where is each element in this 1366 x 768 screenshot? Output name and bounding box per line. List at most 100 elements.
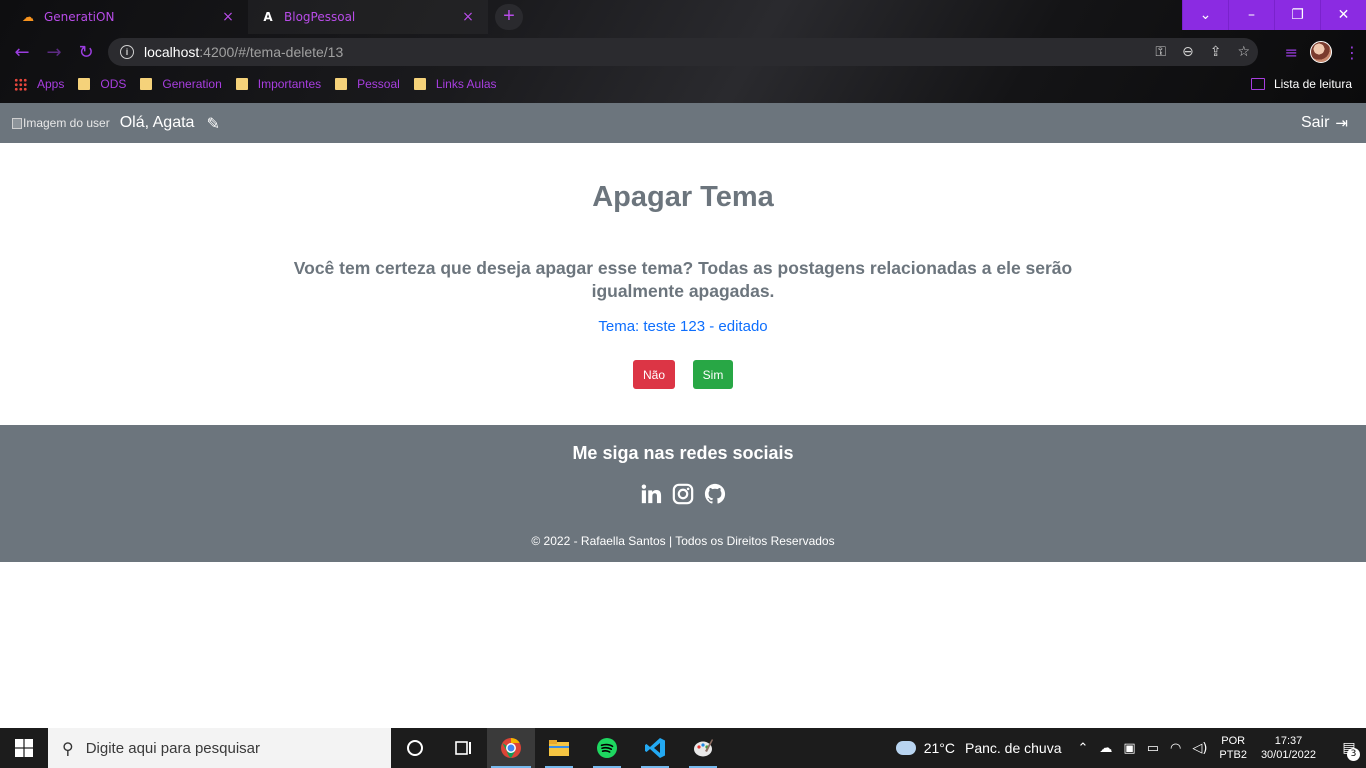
- notifications-button[interactable]: ▤ 3: [1332, 728, 1366, 768]
- media-control-icon[interactable]: ≡: [1285, 43, 1298, 62]
- clock[interactable]: 17:37 30/01/2022: [1261, 734, 1316, 762]
- browser-chrome: ☁ GeneratiON × A BlogPessoal × + ⌄ – ❐ ✕…: [0, 0, 1366, 103]
- cortana-icon[interactable]: [391, 728, 439, 768]
- minimize-button[interactable]: –: [1228, 0, 1274, 30]
- spotify-icon[interactable]: [583, 728, 631, 768]
- instagram-icon[interactable]: [672, 483, 694, 505]
- tab-strip: ☁ GeneratiON × A BlogPessoal × + ⌄ – ❐ ✕: [0, 0, 1366, 34]
- meet-now-icon[interactable]: ▣: [1123, 741, 1135, 756]
- logout-button[interactable]: Sair ⇥: [1301, 103, 1348, 143]
- bookmark-generation[interactable]: Generation: [140, 77, 222, 91]
- windows-taskbar: ⚲ Digite aqui para pesquisar 21°C Panc. …: [0, 728, 1366, 768]
- github-icon[interactable]: [704, 483, 726, 505]
- clock-time: 17:37: [1274, 735, 1303, 747]
- reload-icon[interactable]: ↻: [70, 36, 102, 68]
- site-info-icon[interactable]: i: [120, 45, 134, 59]
- battery-icon[interactable]: ▭: [1147, 741, 1159, 756]
- folder-icon: [140, 78, 153, 90]
- tema-name: Tema: teste 123 - editado: [598, 318, 768, 335]
- weather-widget[interactable]: 21°C Panc. de chuva: [895, 737, 1062, 756]
- profile-avatar[interactable]: [1310, 41, 1332, 63]
- chevron-up-icon[interactable]: ⌃: [1078, 741, 1089, 756]
- kebab-menu-icon[interactable]: ⋮: [1344, 43, 1360, 62]
- task-view-icon[interactable]: [439, 728, 487, 768]
- zoom-icon[interactable]: ⊖: [1182, 44, 1194, 60]
- angular-icon: A: [263, 10, 273, 24]
- notification-count: 3: [1347, 748, 1360, 761]
- search-placeholder: Digite aqui para pesquisar: [85, 739, 260, 757]
- tab-close-icon[interactable]: ×: [458, 9, 478, 25]
- forward-arrow-icon[interactable]: →: [38, 36, 70, 68]
- confirm-delete-button[interactable]: Sim: [693, 360, 733, 389]
- tab-blogpessoal[interactable]: A BlogPessoal ×: [248, 0, 488, 34]
- bookmark-apps[interactable]: Apps: [14, 77, 64, 91]
- linkedin-icon[interactable]: [640, 483, 662, 505]
- volume-icon[interactable]: ◁): [1192, 741, 1207, 756]
- lang-line-2: PTB2: [1219, 749, 1247, 761]
- folder-icon: [335, 78, 348, 90]
- wifi-icon[interactable]: ◠: [1170, 741, 1181, 756]
- key-icon[interactable]: ⚿: [1155, 44, 1166, 60]
- folder-icon: [78, 78, 91, 90]
- bookmark-label: Importantes: [257, 77, 322, 91]
- tab-search-button[interactable]: ⌄: [1182, 0, 1228, 30]
- apps-grid-icon: [14, 77, 27, 91]
- paint-icon[interactable]: [679, 728, 727, 768]
- bookmark-pessoal[interactable]: Pessoal: [335, 77, 400, 91]
- page-title: Apagar Tema: [592, 181, 774, 213]
- address-bar-actions: ⚿ ⊖ ⇪ ☆: [1155, 38, 1250, 66]
- bookmark-label: Generation: [162, 77, 222, 91]
- weather-desc: Panc. de chuva: [964, 740, 1062, 756]
- address-bar[interactable]: i localhost:4200/#/tema-delete/13 ⚿ ⊖ ⇪ …: [108, 38, 1258, 66]
- main-content: Apagar Tema Você tem certeza que deseja …: [0, 143, 1366, 425]
- bookmark-label: Apps: [37, 77, 65, 91]
- bookmark-ods[interactable]: ODS: [78, 77, 126, 91]
- lang-line-1: POR: [1221, 735, 1246, 747]
- reading-list-icon: [1250, 78, 1265, 90]
- vscode-icon[interactable]: [631, 728, 679, 768]
- windows-start-icon[interactable]: [0, 728, 48, 768]
- tab-close-icon[interactable]: ×: [218, 9, 238, 25]
- user-greeting: Olá, Agata: [119, 114, 195, 131]
- weather-cloud-icon: [895, 737, 916, 755]
- footer-title: Me siga nas redes sociais: [572, 443, 794, 463]
- tab-generation[interactable]: ☁ GeneratiON ×: [8, 0, 248, 34]
- chrome-taskbar-icon[interactable]: [487, 728, 535, 768]
- sign-out-icon: ⇥: [1335, 114, 1348, 132]
- edit-profile-icon[interactable]: ✎: [206, 114, 219, 133]
- close-window-button[interactable]: ✕: [1320, 0, 1366, 30]
- bookmarks-bar: Apps ODS Generation Importantes Pessoal …: [0, 72, 1366, 96]
- folder-icon: [235, 78, 248, 90]
- confirm-message: Você tem certeza que deseja apagar esse …: [293, 258, 1073, 301]
- star-icon[interactable]: ☆: [1237, 44, 1250, 60]
- taskbar-search[interactable]: ⚲ Digite aqui para pesquisar: [48, 728, 391, 768]
- folder-icon: [413, 78, 426, 90]
- bookmark-label: Pessoal: [357, 77, 400, 91]
- reading-list-label: Lista de leitura: [1273, 77, 1352, 91]
- user-image-alt: Imagem do user: [23, 116, 110, 130]
- restore-button[interactable]: ❐: [1274, 0, 1320, 30]
- share-icon[interactable]: ⇪: [1210, 44, 1222, 60]
- language-indicator[interactable]: POR PTB2: [1219, 734, 1247, 762]
- browser-toolbar: ← → ↻ i localhost:4200/#/tema-delete/13 …: [0, 34, 1366, 70]
- footer: Me siga nas redes sociais © 2022 - Rafae…: [0, 425, 1366, 562]
- bookmark-label: Links Aulas: [435, 77, 497, 91]
- copyright-text: © 2022 - Rafaella Santos | Todos os Dire…: [531, 534, 835, 548]
- bookmark-links-aulas[interactable]: Links Aulas: [413, 77, 497, 91]
- new-tab-button[interactable]: +: [495, 4, 523, 30]
- broken-image-icon: [12, 117, 22, 129]
- back-arrow-icon[interactable]: ←: [6, 36, 38, 68]
- bookmark-label: ODS: [100, 77, 127, 91]
- bookmark-importantes[interactable]: Importantes: [235, 77, 322, 91]
- reading-list-button[interactable]: Lista de leitura: [1250, 72, 1352, 96]
- social-links: [0, 483, 1366, 505]
- file-explorer-icon[interactable]: [535, 728, 583, 768]
- weather-temp: 21°C: [923, 740, 955, 756]
- cancel-delete-button[interactable]: Não: [633, 360, 675, 389]
- app-navbar: Imagem do user Olá, Agata ✎ Sair ⇥: [0, 103, 1366, 143]
- tray-icons: ⌃ ☁ ▣ ▭ ◠ ◁): [1078, 741, 1208, 756]
- cloud-icon: ☁: [22, 10, 34, 24]
- onedrive-icon[interactable]: ☁: [1099, 741, 1112, 756]
- system-tray: 21°C Panc. de chuva ⌃ ☁ ▣ ▭ ◠ ◁) POR PTB…: [895, 728, 1366, 768]
- search-icon: ⚲: [62, 738, 74, 758]
